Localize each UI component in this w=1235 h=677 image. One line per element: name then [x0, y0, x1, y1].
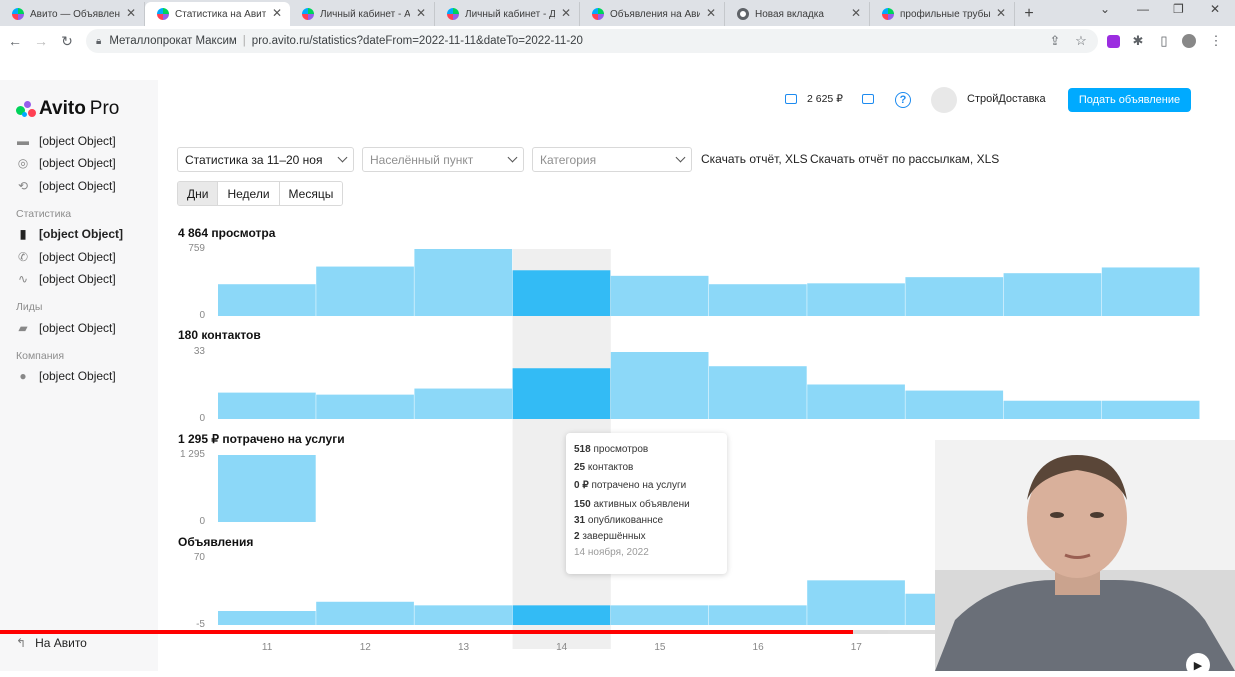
- webcam-overlay: [935, 440, 1235, 671]
- tooltip-published: 31 опубликованнсе: [574, 515, 664, 526]
- y-tick-label: 759: [188, 243, 205, 254]
- chart-bar[interactable]: [1101, 267, 1200, 316]
- chart-title: 4 864 просмотра: [178, 226, 276, 240]
- chart-bar[interactable]: [709, 284, 807, 316]
- chart-bar[interactable]: [316, 601, 414, 625]
- chart-bar[interactable]: [218, 284, 316, 316]
- play-icon[interactable]: ▶: [1186, 653, 1210, 677]
- chart-bar[interactable]: [512, 605, 611, 625]
- chart-title: 180 контактов: [178, 328, 261, 342]
- chart-bar[interactable]: [316, 266, 414, 316]
- chart-bar[interactable]: [709, 366, 807, 419]
- y-tick-label: 0: [199, 413, 205, 424]
- chart-bar[interactable]: [610, 275, 709, 316]
- tooltip-completed: 2 завершённых: [574, 531, 646, 542]
- tooltip-contacts: 25 контактов: [574, 462, 634, 473]
- tooltip-spent: 0 ₽ потрачено на услуги: [574, 480, 687, 491]
- chart-bar[interactable]: [807, 283, 905, 316]
- chart-title: Объявления: [178, 535, 254, 549]
- x-tick-label: 16: [752, 642, 764, 653]
- tooltip-date: 14 ноября, 2022: [574, 547, 649, 558]
- chart-bar[interactable]: [905, 390, 1004, 419]
- x-tick-label: 13: [457, 642, 470, 653]
- chart-bar[interactable]: [414, 388, 513, 419]
- y-tick-label: -5: [196, 619, 205, 630]
- chart-bar[interactable]: [1101, 400, 1200, 419]
- chart-bar[interactable]: [610, 605, 709, 625]
- chart-bar[interactable]: [610, 352, 709, 419]
- to-avito-link[interactable]: ↰ На Авито: [16, 636, 87, 650]
- chart-bar[interactable]: [807, 384, 905, 419]
- chart-bar[interactable]: [905, 277, 1004, 316]
- chart-title: 1 295 ₽ потрачено на услуги: [178, 432, 345, 446]
- y-tick-label: 0: [199, 310, 205, 321]
- return-arrow-icon: ↰: [16, 636, 27, 650]
- tooltip-views: 518 просмотров: [574, 444, 649, 455]
- chart-bar[interactable]: [512, 270, 611, 316]
- x-tick-label: 11: [261, 642, 273, 653]
- chart-bar[interactable]: [414, 605, 513, 625]
- video-progress-played: [0, 630, 853, 634]
- chart-bar[interactable]: [512, 368, 611, 419]
- chart-bar[interactable]: [218, 455, 316, 522]
- chart-bar[interactable]: [807, 580, 905, 625]
- tooltip-active-ads: 150 активных объявлени: [574, 499, 690, 510]
- x-tick-label: 12: [359, 642, 371, 653]
- to-avito-label: На Авито: [35, 636, 87, 650]
- x-tick-label: 17: [850, 642, 862, 653]
- chart-bar[interactable]: [316, 394, 414, 419]
- chart-tooltip: 518 просмотров 25 контактов 0 ₽ потрачен…: [566, 433, 727, 574]
- y-tick-label: 70: [193, 552, 205, 563]
- chart-bar[interactable]: [1003, 273, 1102, 316]
- x-tick-label: 14: [556, 642, 568, 653]
- y-tick-label: 1 295: [179, 449, 205, 460]
- chart-bar[interactable]: [218, 611, 316, 625]
- video-progress-buffered: [853, 630, 888, 634]
- x-tick-label: 15: [654, 642, 666, 653]
- chart-bar[interactable]: [414, 249, 513, 316]
- y-tick-label: 0: [199, 516, 205, 527]
- y-tick-label: 33: [193, 346, 205, 357]
- chart-bar[interactable]: [218, 392, 316, 419]
- chart-bar[interactable]: [1003, 400, 1102, 419]
- chart-bar[interactable]: [709, 605, 807, 625]
